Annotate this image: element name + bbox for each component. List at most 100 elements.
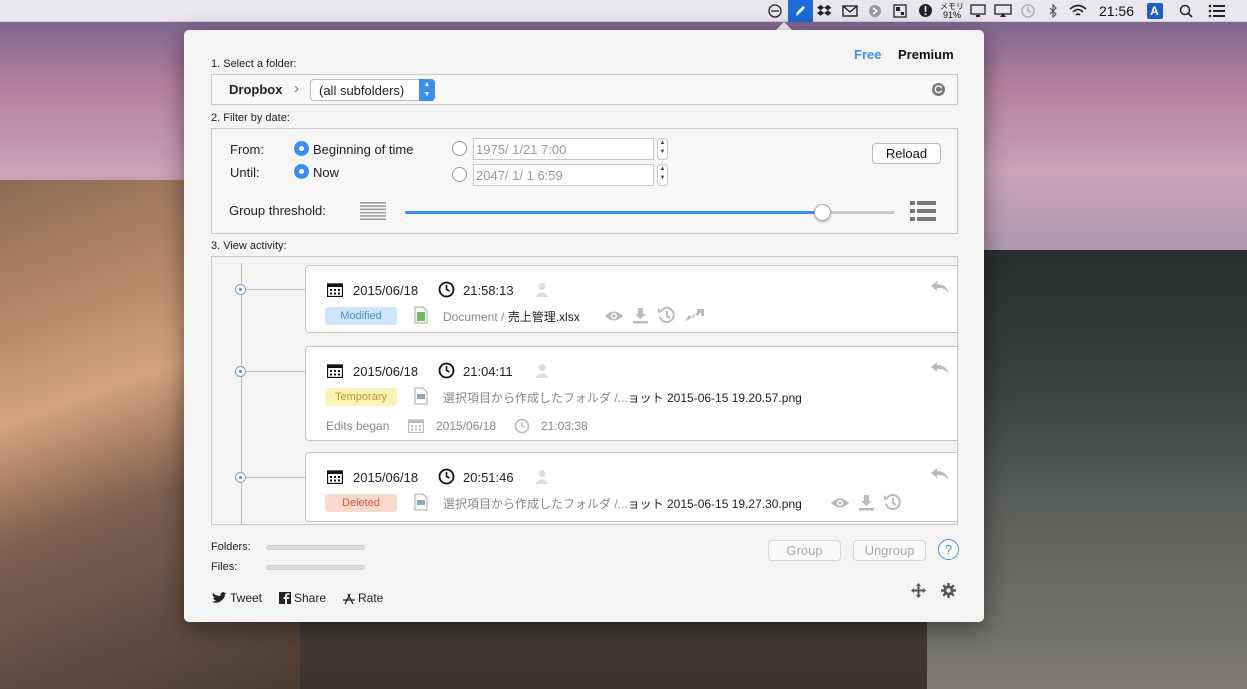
activity-list[interactable]: 2015/06/18 21:58:13 Modified Document / … (211, 256, 958, 525)
until-date-field[interactable]: 2047/ 1/ 1 6:59 (473, 164, 654, 186)
group-button[interactable]: Group (768, 540, 841, 561)
until-date-stepper[interactable]: ▲ ▼ (657, 164, 668, 186)
preview-eye-icon[interactable] (830, 497, 850, 509)
timeline-dot (235, 284, 246, 295)
file-name[interactable]: 売上管理.xlsx (508, 310, 580, 324)
files-progress-bar (266, 565, 365, 570)
timeline-dot (235, 472, 246, 483)
memory-value: 91% (942, 9, 961, 20)
ungroup-button[interactable]: Ungroup (853, 540, 926, 561)
subfolder-dropdown[interactable]: (all subfolders) ▲ ▼ (310, 79, 435, 101)
popover-arrow (776, 22, 792, 30)
share-link[interactable]: Share (279, 591, 326, 605)
activity-date: 2015/06/18 (353, 470, 419, 485)
move-icon[interactable] (911, 583, 926, 598)
timeline-connector (246, 371, 306, 372)
user-icon (535, 364, 549, 378)
download-icon[interactable] (858, 494, 875, 511)
twitter-icon (212, 592, 227, 603)
root-folder-name[interactable]: Dropbox (229, 82, 282, 97)
from-beginning-label: Beginning of time (313, 142, 414, 157)
activity-card-3[interactable]: 2015/06/18 20:51:46 Deleted 選択項目から作成したフォ… (305, 452, 957, 522)
folders-progress-bar (266, 545, 365, 550)
file-path-prefix: 選択項目から作成したフォルダ /... (443, 497, 628, 511)
file-path-prefix: 選択項目から作成したフォルダ /... (443, 391, 628, 405)
calendar-icon (327, 283, 343, 297)
user-icon (535, 283, 549, 297)
settings-gear-icon[interactable] (941, 583, 956, 598)
refresh-icon[interactable] (932, 83, 945, 96)
display-grid-icon[interactable] (888, 0, 913, 22)
fine-list-icon (360, 202, 386, 223)
forward-icon[interactable] (863, 0, 888, 22)
activity-card-2[interactable]: 2015/06/18 21:04:11 Temporary 選択項目から作成した… (305, 346, 957, 441)
tweet-label: Tweet (230, 591, 263, 605)
reload-button[interactable]: Reload (872, 143, 941, 164)
image-file-icon (414, 493, 428, 511)
user-icon (535, 470, 549, 484)
until-date-radio[interactable] (452, 167, 467, 182)
input-source-icon[interactable]: A (1142, 0, 1167, 22)
facebook-icon (279, 592, 291, 604)
share-label: Share (294, 591, 327, 605)
file-name[interactable]: ョット 2015-06-15 19.27.30.png (628, 497, 802, 511)
memory-status[interactable]: メモリ 91% (938, 0, 966, 22)
revert-icon[interactable] (930, 467, 950, 481)
status-badge: Temporary (325, 388, 397, 406)
activity-time: 21:58:13 (463, 283, 514, 298)
preview-eye-icon[interactable] (604, 310, 624, 322)
until-now-label: Now (313, 165, 340, 180)
clock-icon (438, 362, 455, 379)
coarse-list-icon (910, 201, 936, 224)
clock-icon (438, 281, 455, 298)
download-icon[interactable] (632, 307, 649, 324)
premium-plan-tab[interactable]: Premium (898, 47, 954, 62)
view-activity-label: 3. View activity: (211, 240, 287, 252)
dropbox-icon[interactable] (813, 0, 838, 22)
from-label: From: (230, 142, 264, 157)
clock-icon (514, 418, 530, 434)
threshold-slider-track[interactable] (405, 204, 895, 221)
date-filter-box: From: Until: Beginning of time Now 1975/… (211, 128, 958, 234)
from-date-radio[interactable] (452, 141, 467, 156)
file-name[interactable]: ョット 2015-06-15 19.20.57.png (628, 391, 802, 405)
dropdown-arrows-icon: ▲ ▼ (419, 79, 435, 101)
notification-center-icon[interactable] (1204, 0, 1229, 22)
select-folder-label: 1. Select a folder: (211, 58, 297, 70)
rate-link[interactable]: Rate (342, 591, 383, 605)
airplay-icon[interactable] (991, 0, 1016, 22)
breadcrumb-chevron-icon: › (294, 80, 299, 97)
activity-card-1[interactable]: 2015/06/18 21:58:13 Modified Document / … (305, 265, 957, 333)
status-badge: Deleted (325, 494, 397, 512)
subfolder-dropdown-value: (all subfolders) (319, 83, 405, 98)
alert-icon[interactable] (913, 0, 938, 22)
from-beginning-radio[interactable] (294, 141, 309, 156)
timeline-connector (246, 289, 306, 290)
until-now-radio[interactable] (294, 164, 309, 179)
history-icon[interactable] (657, 306, 676, 325)
mail-icon[interactable] (838, 0, 863, 22)
share-link-icon[interactable] (684, 308, 705, 322)
threshold-slider-knob[interactable] (813, 204, 831, 221)
wifi-icon[interactable] (1066, 0, 1091, 22)
revert-icon[interactable] (930, 361, 950, 375)
do-not-disturb-icon[interactable] (763, 0, 788, 22)
help-button[interactable]: ? (938, 539, 959, 560)
spotlight-search-icon[interactable] (1173, 0, 1198, 22)
bluetooth-icon[interactable] (1041, 0, 1066, 22)
edits-began-label: Edits began (326, 419, 390, 433)
free-plan-tab[interactable]: Free (854, 47, 881, 62)
menubar-clock[interactable]: 21:56 (1091, 0, 1142, 22)
tweet-link[interactable]: Tweet (212, 591, 262, 605)
time-machine-icon[interactable] (1016, 0, 1041, 22)
rate-label: Rate (358, 591, 384, 605)
history-icon[interactable] (883, 493, 902, 512)
revert-icon[interactable] (930, 280, 950, 294)
monitor-icon[interactable] (966, 0, 991, 22)
from-date-field[interactable]: 1975/ 1/21 7:00 (473, 138, 654, 160)
clock-icon (438, 468, 455, 485)
until-label: Until: (230, 165, 260, 180)
app-pencil-icon[interactable] (787, 0, 813, 22)
edits-began-date: 2015/06/18 (436, 419, 497, 433)
from-date-stepper[interactable]: ▲ ▼ (657, 138, 668, 160)
